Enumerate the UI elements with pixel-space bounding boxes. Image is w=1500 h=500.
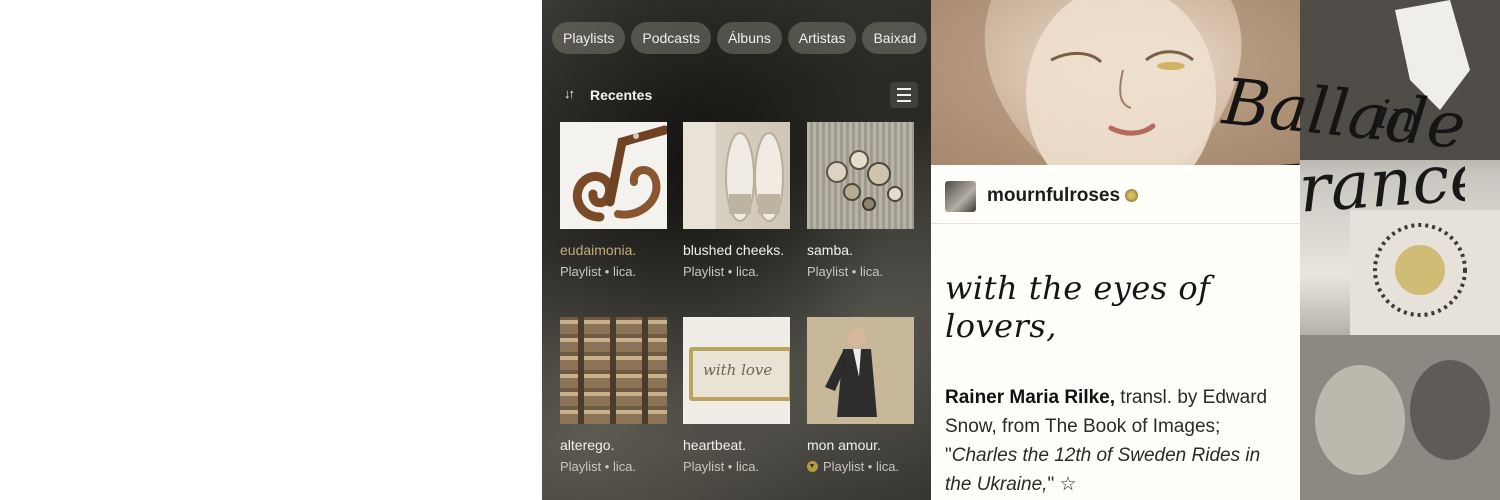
playlist-title: eudaimonia. [560,242,637,258]
post-caption: Rainer Maria Rilke, transl. by Edward Sn… [945,383,1290,499]
filter-chips: Playlists Podcasts Álbuns Artistas Baixad [552,22,931,56]
avatar[interactable] [945,181,976,212]
playlist-subtitle: Playlist • lica. [560,459,637,474]
library-panel: Playlists Podcasts Álbuns Artistas Baixad ↓↑… [542,0,931,500]
playlist-cover[interactable] [560,317,667,424]
download-icon [807,461,818,472]
playlist-cover[interactable]: with love [683,317,790,424]
playlist-subtitle: Playlist • lica. [683,264,760,279]
playlist-subtitle-text: Playlist • lica. [823,459,900,474]
playlist-cover[interactable] [683,122,790,229]
post-username[interactable]: mournfulroses [987,185,1139,207]
playlist-subtitle: Playlist • lica. [683,459,760,474]
chip-downloaded[interactable]: Baixad [862,22,928,54]
sort-row: ↓↑ Recentes [562,82,918,108]
caption-author: Rainer Maria Rilke, [945,387,1116,408]
chip-podcasts[interactable]: Podcasts [631,22,711,54]
keychain-text: with love [703,361,773,379]
playlist-title: samba. [807,242,853,258]
playlist-cover[interactable] [807,317,914,424]
verified-badge-icon [1125,189,1139,202]
tumblr-post: mournfulroses with the eyes of lovers, R… [931,165,1300,500]
sort-button[interactable]: Recentes [590,87,652,103]
chip-albums[interactable]: Álbuns [716,22,782,54]
post-quote: with the eyes of lovers, [945,269,1211,345]
sort-icon[interactable]: ↓↑ [564,86,575,101]
caption-end: " ☆ [1047,474,1077,495]
playlist-title: heartbeat. [683,437,747,453]
list-view-icon[interactable] [890,82,918,108]
svg-text:in: in [1374,91,1419,142]
playlist-subtitle: Playlist • lica. [560,264,637,279]
playlist-subtitle: Playlist • lica. [807,459,899,474]
playlist-title: blushed cheeks. [683,242,785,258]
playlist-cover[interactable] [807,122,914,229]
playlist-title: alterego. [560,437,615,453]
username-text: mournfulroses [987,185,1121,206]
post-header: mournfulroses [931,165,1300,224]
playlist-title: mon amour. [807,437,881,453]
chip-playlists[interactable]: Playlists [552,22,626,54]
chip-artists[interactable]: Artistas [787,22,857,54]
playlist-subtitle: Playlist • lica. [807,264,884,279]
playlist-cover[interactable] [560,122,667,229]
caption-title: Charles the 12th of Sweden Rides in the … [945,445,1261,495]
